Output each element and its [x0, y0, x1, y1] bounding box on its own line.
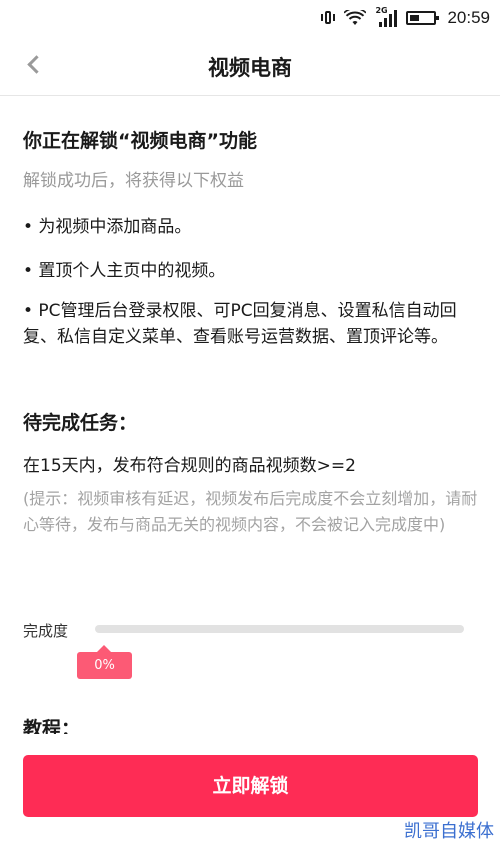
task-note: (提示：视频审核有延迟，视频发布后完成度不会立刻增加，请耐心等待，发布与商品无关… — [23, 489, 478, 534]
watermark-text: 凯哥自媒体 — [404, 821, 494, 842]
battery-icon — [406, 11, 440, 25]
status-bar: 2G 20:59 — [0, 0, 500, 36]
task-title: 待完成任务： — [23, 412, 138, 434]
tutorial-heading: 教程： — [23, 718, 81, 734]
wifi-icon — [344, 10, 367, 25]
top-navigation-bar: 视频电商 — [0, 36, 500, 96]
benefit-item: • 置顶个人主页中的视频。 — [23, 261, 226, 281]
benefits-intro: 解锁成功后，将获得以下权益 — [23, 171, 244, 191]
benefit-item: • 为视频中添加商品。 — [23, 217, 192, 237]
status-time: 20:59 — [447, 8, 490, 27]
progress-percent-badge: 0% — [77, 645, 132, 679]
cellular-signal-icon: 2G — [375, 6, 398, 27]
progress-label: 完成度 — [23, 622, 69, 640]
unlock-now-button[interactable]: 立即解锁 — [23, 755, 478, 817]
status-icons: 2G 20:59 — [321, 6, 490, 30]
vibrate-icon — [321, 10, 336, 26]
benefit-item: • PC管理后台登录权限、可PC回复消息、设置私信自动回复、私信自定义菜单、查看… — [23, 301, 457, 347]
progress-bar — [95, 625, 464, 633]
task-description: 在15天内，发布符合规则的商品视频数>=2 — [23, 456, 356, 476]
page-title: 视频电商 — [208, 56, 292, 80]
unlock-headline: 你正在解锁“视频电商”功能 — [23, 130, 257, 152]
